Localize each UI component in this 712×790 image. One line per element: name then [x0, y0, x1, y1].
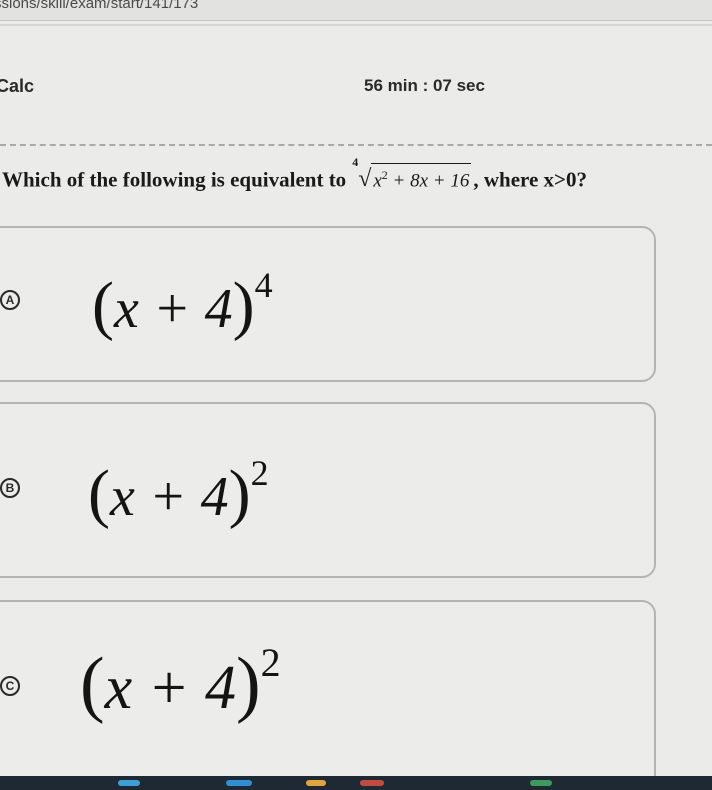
option-b-expression: (x + 4)2	[88, 453, 269, 530]
option-letter-a-icon: A	[0, 290, 20, 310]
url-text: ssions/skill/exam/start/141/173	[0, 0, 199, 12]
answer-option-c[interactable]: C (x + 4)2	[0, 600, 656, 790]
option-c-base: x + 4	[104, 654, 237, 722]
radical-sign-icon: √	[358, 166, 372, 193]
calculator-button[interactable]: Calc	[0, 76, 34, 97]
option-b-exponent: 2	[250, 453, 269, 494]
option-a-expression: (x + 4)4	[92, 265, 273, 342]
option-b-base: x + 4	[109, 466, 229, 528]
answer-option-a[interactable]: A (x + 4)4	[0, 226, 656, 382]
question-suffix: , where x>0?	[473, 167, 588, 192]
option-letter-c-icon: C	[0, 676, 20, 696]
taskbar-app-icon[interactable]	[118, 780, 140, 786]
dashed-divider	[0, 144, 712, 146]
option-c-exponent: 2	[260, 640, 281, 686]
radicand-variable: x	[373, 170, 382, 192]
option-c-expression: (x + 4)2	[80, 640, 281, 725]
answer-option-b[interactable]: B (x + 4)2	[0, 402, 656, 578]
root-index: 4	[352, 155, 359, 169]
exam-header: Calc 56 min : 07 sec	[0, 70, 712, 100]
taskbar-app-icon[interactable]	[530, 780, 552, 786]
address-bar[interactable]: ssions/skill/exam/start/141/173	[0, 0, 712, 21]
fourth-root-expression: 4 √ x2 + 8x + 16	[352, 155, 472, 193]
option-letter-b-icon: B	[0, 478, 20, 498]
taskbar-app-icon[interactable]	[360, 780, 384, 786]
divider	[0, 24, 712, 26]
radicand-rest: + 8x + 16	[387, 170, 470, 192]
taskbar-app-icon[interactable]	[306, 780, 326, 786]
question-prefix: Which of the following is equivalent to	[2, 167, 347, 192]
os-taskbar	[0, 776, 712, 790]
option-a-exponent: 4	[254, 265, 273, 306]
option-a-base: x + 4	[113, 278, 233, 340]
radicand: x2 + 8x + 16	[371, 163, 472, 192]
question-text: Which of the following is equivalent to 4…	[2, 155, 702, 203]
taskbar-app-icon[interactable]	[226, 780, 252, 786]
exam-timer: 56 min : 07 sec	[364, 76, 485, 95]
